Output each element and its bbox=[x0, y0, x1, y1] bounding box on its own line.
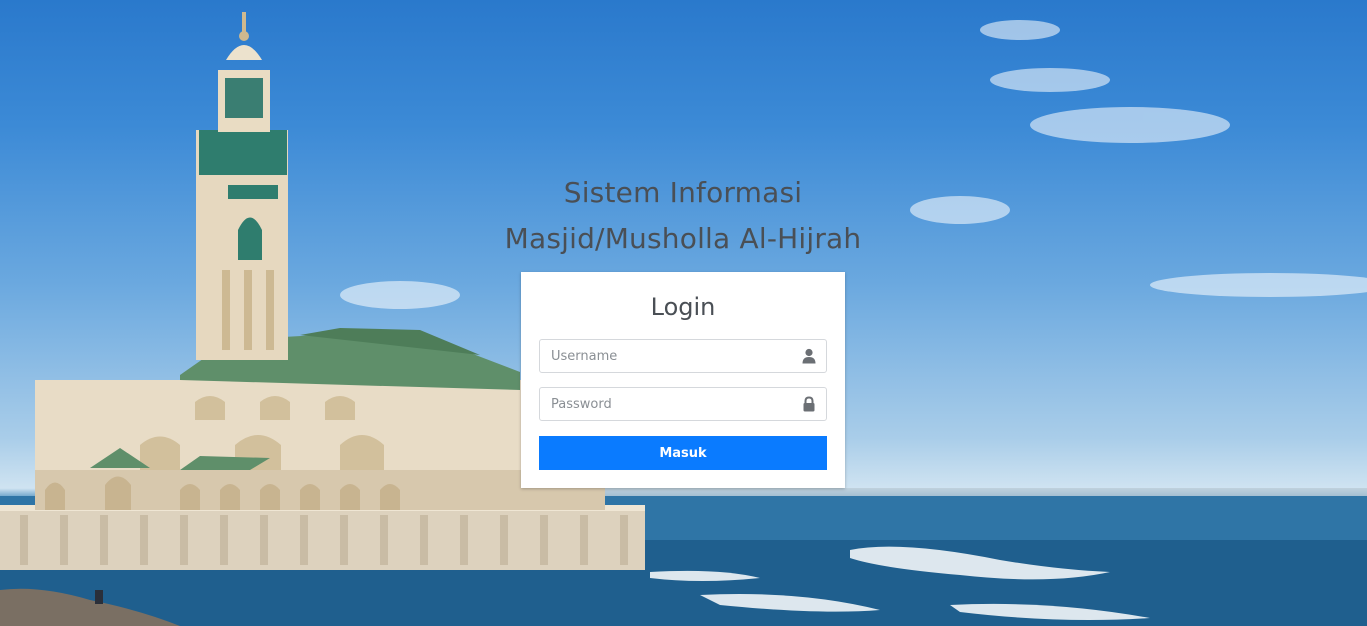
login-title: Login bbox=[650, 293, 716, 321]
username-input[interactable] bbox=[540, 340, 801, 372]
password-field[interactable] bbox=[539, 387, 827, 421]
lock-icon bbox=[803, 396, 815, 412]
app-title-line-1: Sistem Informasi bbox=[563, 176, 803, 209]
password-input[interactable] bbox=[540, 388, 801, 420]
user-icon bbox=[802, 348, 816, 364]
app-title: Sistem Informasi Masjid/Musholla Al-Hijr… bbox=[383, 170, 983, 262]
username-field[interactable] bbox=[539, 339, 827, 373]
login-card: Login Masuk bbox=[521, 272, 845, 488]
app-title-line-2: Masjid/Musholla Al-Hijrah bbox=[504, 222, 862, 255]
login-submit-button[interactable]: Masuk bbox=[539, 436, 827, 470]
